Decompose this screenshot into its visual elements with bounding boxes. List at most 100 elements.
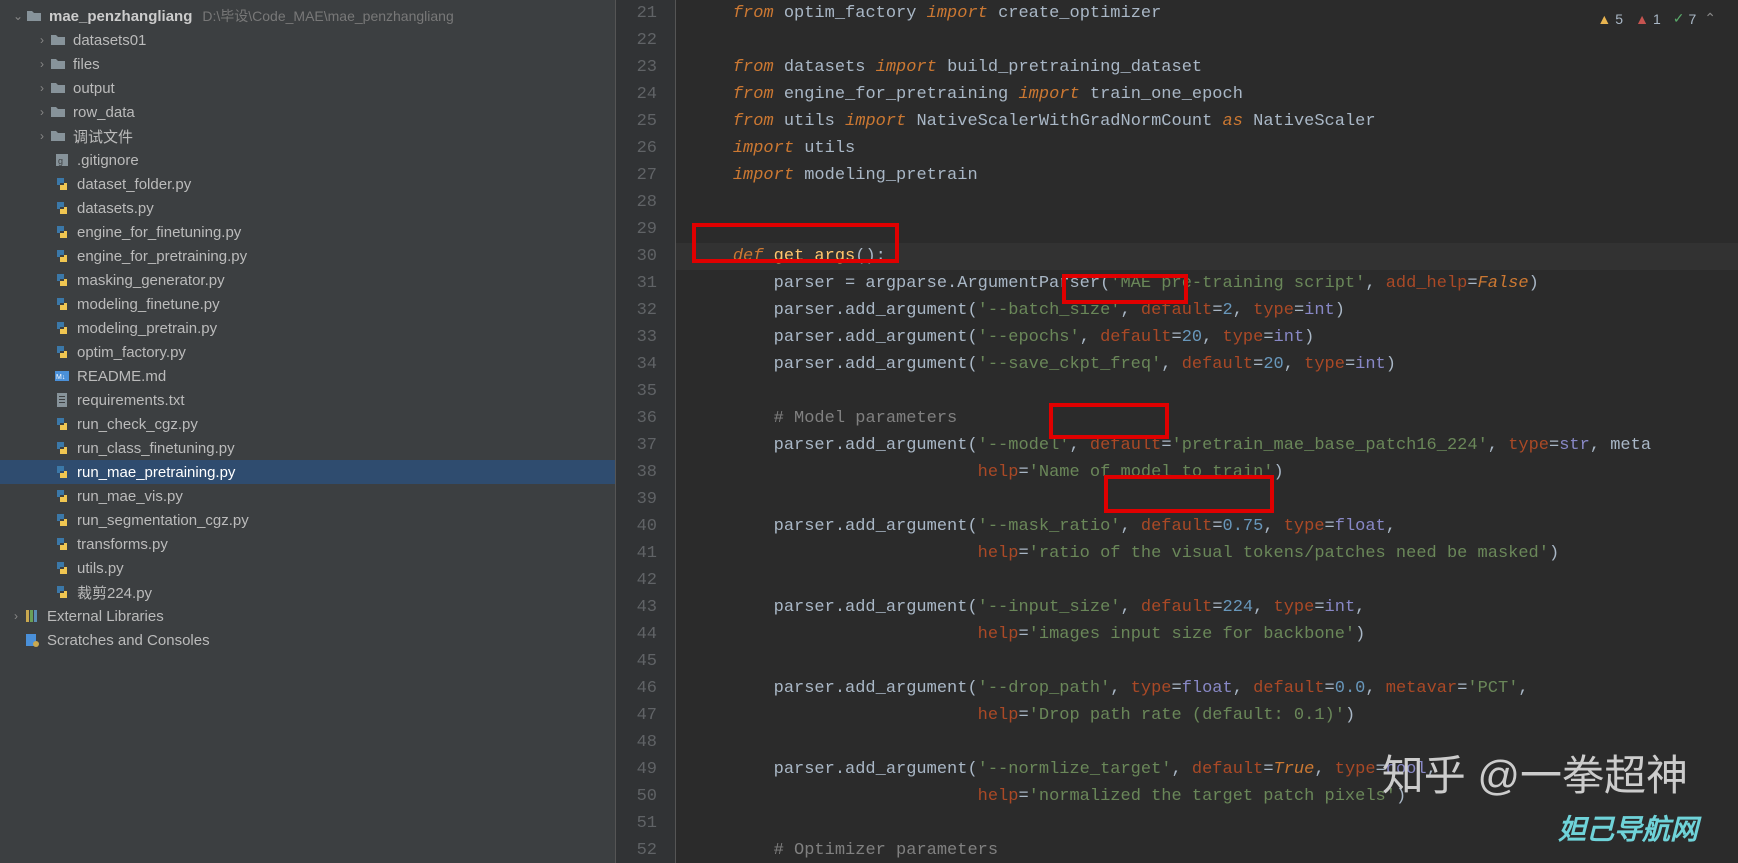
code-line[interactable]	[676, 810, 1738, 837]
code-line[interactable]: help='images input size for backbone')	[676, 621, 1738, 648]
code-editor[interactable]: ▲5 ▲1 ✓7⌃ 212223242526272829303132333435…	[616, 0, 1738, 863]
code-line[interactable]: help='Drop path rate (default: 0.1)')	[676, 702, 1738, 729]
line-number[interactable]: 37	[616, 432, 657, 459]
line-number[interactable]: 35	[616, 378, 657, 405]
code-line[interactable]: from engine_for_pretraining import train…	[676, 81, 1738, 108]
code-line[interactable]: # Model parameters	[676, 405, 1738, 432]
code-line[interactable]	[676, 216, 1738, 243]
line-number[interactable]: 25	[616, 108, 657, 135]
line-number[interactable]: 27	[616, 162, 657, 189]
tree-file[interactable]: masking_generator.py	[0, 268, 615, 292]
line-number[interactable]: 48	[616, 729, 657, 756]
line-number[interactable]: 38	[616, 459, 657, 486]
line-number[interactable]: 41	[616, 540, 657, 567]
line-number[interactable]: 31	[616, 270, 657, 297]
code-line[interactable]	[676, 729, 1738, 756]
code-line[interactable]: help='Name of model to train')	[676, 459, 1738, 486]
code-line[interactable]: import modeling_pretrain	[676, 162, 1738, 189]
project-root[interactable]: mae_penzhangliang D:\毕设\Code_MAE\mae_pen…	[0, 4, 615, 28]
line-number[interactable]: 49	[616, 756, 657, 783]
line-number[interactable]: 36	[616, 405, 657, 432]
tree-file[interactable]: run_segmentation_cgz.py	[0, 508, 615, 532]
code-line[interactable]: import utils	[676, 135, 1738, 162]
line-number[interactable]: 24	[616, 81, 657, 108]
inspection-status[interactable]: ▲5 ▲1 ✓7⌃	[1597, 10, 1716, 27]
line-number[interactable]: 50	[616, 783, 657, 810]
line-number[interactable]: 30	[616, 243, 657, 270]
line-number[interactable]: 22	[616, 27, 657, 54]
tree-file[interactable]: 裁剪224.py	[0, 580, 615, 604]
code-line[interactable]: help='ratio of the visual tokens/patches…	[676, 540, 1738, 567]
tree-file[interactable]: modeling_finetune.py	[0, 292, 615, 316]
tree-file[interactable]: engine_for_finetuning.py	[0, 220, 615, 244]
project-tree[interactable]: mae_penzhangliang D:\毕设\Code_MAE\mae_pen…	[0, 4, 615, 652]
line-number[interactable]: 23	[616, 54, 657, 81]
chevron-right-icon[interactable]	[34, 129, 50, 143]
code-line[interactable]: parser = argparse.ArgumentParser('MAE pr…	[676, 270, 1738, 297]
chevron-down-icon[interactable]	[10, 9, 26, 23]
code-line[interactable]	[676, 378, 1738, 405]
tree-folder[interactable]: output	[0, 76, 615, 100]
code-line[interactable]: # Optimizer parameters	[676, 837, 1738, 863]
line-gutter[interactable]: 2122232425262728293031323334353637383940…	[616, 0, 676, 863]
code-line[interactable]: parser.add_argument('--drop_path', type=…	[676, 675, 1738, 702]
code-line[interactable]: def get_args():	[676, 243, 1738, 270]
tree-folder[interactable]: files	[0, 52, 615, 76]
code-body[interactable]: from optim_factory import create_optimiz…	[676, 0, 1738, 863]
line-number[interactable]: 43	[616, 594, 657, 621]
tree-file[interactable]: engine_for_pretraining.py	[0, 244, 615, 268]
line-number[interactable]: 42	[616, 567, 657, 594]
code-line[interactable]: from optim_factory import create_optimiz…	[676, 0, 1738, 27]
scratches-consoles[interactable]: Scratches and Consoles	[0, 628, 615, 652]
error-count[interactable]: ▲1	[1635, 10, 1661, 27]
line-number[interactable]: 45	[616, 648, 657, 675]
line-number[interactable]: 26	[616, 135, 657, 162]
code-line[interactable]	[676, 189, 1738, 216]
tree-file[interactable]: requirements.txt	[0, 388, 615, 412]
code-line[interactable]: parser.add_argument('--epochs', default=…	[676, 324, 1738, 351]
code-line[interactable]: parser.add_argument('--mask_ratio', defa…	[676, 513, 1738, 540]
external-libraries[interactable]: External Libraries	[0, 604, 615, 628]
line-number[interactable]: 51	[616, 810, 657, 837]
line-number[interactable]: 33	[616, 324, 657, 351]
tree-file[interactable]: utils.py	[0, 556, 615, 580]
tree-folder[interactable]: row_data	[0, 100, 615, 124]
tree-file[interactable]: dataset_folder.py	[0, 172, 615, 196]
code-line[interactable]: parser.add_argument('--save_ckpt_freq', …	[676, 351, 1738, 378]
code-line[interactable]: from utils import NativeScalerWithGradNo…	[676, 108, 1738, 135]
warning-count[interactable]: ▲5	[1597, 10, 1623, 27]
tree-file[interactable]: transforms.py	[0, 532, 615, 556]
code-line[interactable]: parser.add_argument('--input_size', defa…	[676, 594, 1738, 621]
line-number[interactable]: 32	[616, 297, 657, 324]
tree-file[interactable]: run_check_cgz.py	[0, 412, 615, 436]
tree-file[interactable]: run_mae_pretraining.py	[0, 460, 615, 484]
tree-file[interactable]: modeling_pretrain.py	[0, 316, 615, 340]
line-number[interactable]: 29	[616, 216, 657, 243]
chevron-right-icon[interactable]	[34, 105, 50, 119]
code-line[interactable]: parser.add_argument('--model', default='…	[676, 432, 1738, 459]
tree-file[interactable]: M↓README.md	[0, 364, 615, 388]
line-number[interactable]: 39	[616, 486, 657, 513]
tree-file[interactable]: run_mae_vis.py	[0, 484, 615, 508]
line-number[interactable]: 47	[616, 702, 657, 729]
tree-folder[interactable]: datasets01	[0, 28, 615, 52]
line-number[interactable]: 34	[616, 351, 657, 378]
tree-file[interactable]: run_class_finetuning.py	[0, 436, 615, 460]
tree-file[interactable]: optim_factory.py	[0, 340, 615, 364]
code-line[interactable]: parser.add_argument('--normlize_target',…	[676, 756, 1738, 783]
chevron-right-icon[interactable]	[8, 609, 24, 623]
code-line[interactable]	[676, 567, 1738, 594]
tree-file[interactable]: datasets.py	[0, 196, 615, 220]
line-number[interactable]: 28	[616, 189, 657, 216]
tree-folder[interactable]: 调试文件	[0, 124, 615, 148]
line-number[interactable]: 46	[616, 675, 657, 702]
code-line[interactable]: parser.add_argument('--batch_size', defa…	[676, 297, 1738, 324]
tree-file[interactable]: g.gitignore	[0, 148, 615, 172]
code-line[interactable]	[676, 27, 1738, 54]
line-number[interactable]: 44	[616, 621, 657, 648]
code-line[interactable]: help='normalized the target patch pixels…	[676, 783, 1738, 810]
chevron-right-icon[interactable]	[34, 57, 50, 71]
code-line[interactable]: from datasets import build_pretraining_d…	[676, 54, 1738, 81]
ok-count[interactable]: ✓7⌃	[1673, 10, 1716, 27]
code-line[interactable]	[676, 486, 1738, 513]
